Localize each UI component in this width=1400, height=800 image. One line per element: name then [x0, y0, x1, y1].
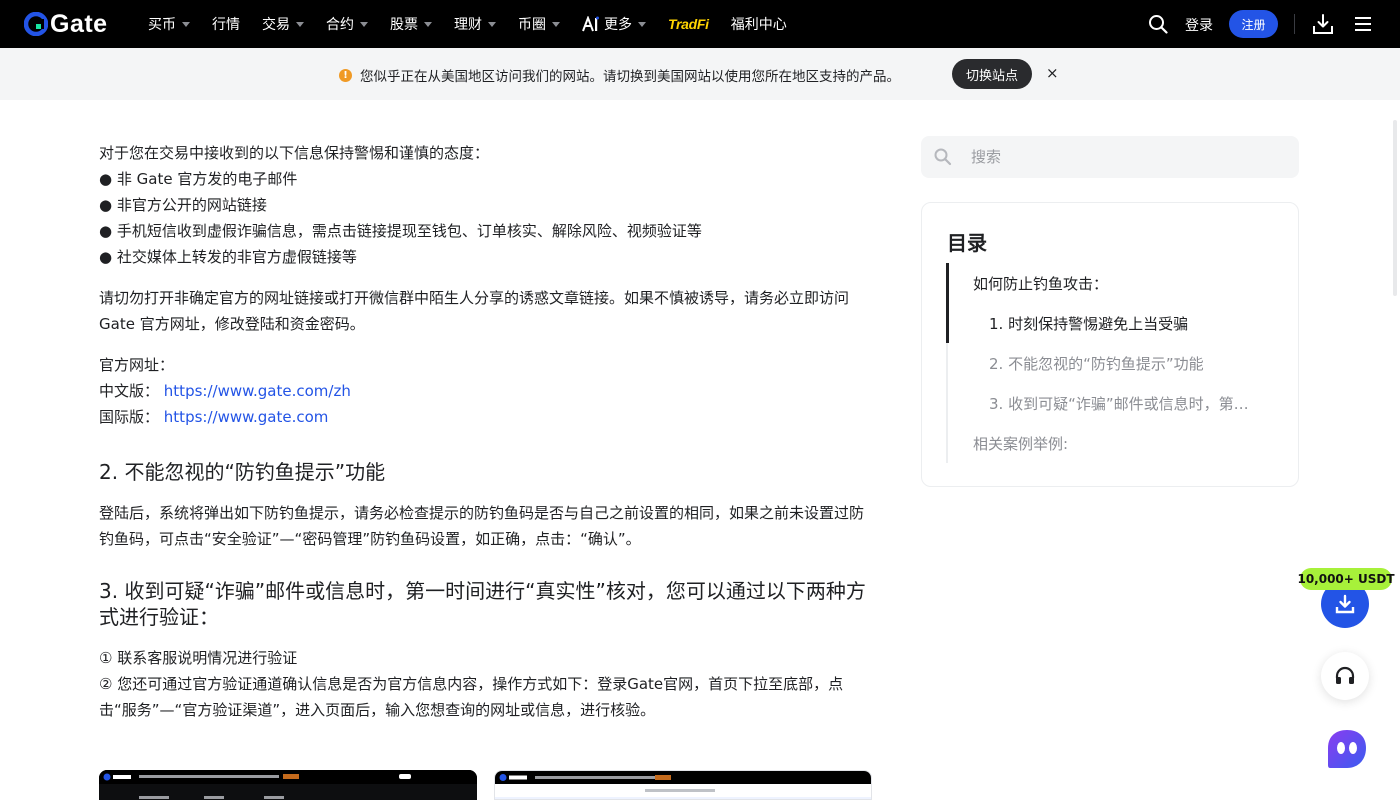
banner-text: 您似乎正在从美国地区访问我们的网站。请切换到美国网站以使用您所在地区支持的产品。: [360, 69, 900, 85]
toc-active-indicator: [946, 263, 949, 343]
article-body: 对于您在交易中接收到的以下信息保持警惕和谨慎的态度： ● 非 Gate 官方发的…: [99, 140, 874, 738]
customer-service-button[interactable]: [1321, 652, 1369, 700]
official-url-label: 官方网址：: [99, 356, 175, 374]
nav-label: 福利中心: [730, 17, 787, 33]
main-menu: 买币 行情 交易 合约 股票 理财 币圈 更多 TradFi 福利中心: [148, 0, 809, 48]
switch-site-button[interactable]: 切换站点: [952, 59, 1032, 89]
caret-down-icon: [488, 21, 496, 27]
screenshot-image-light: [494, 770, 872, 800]
nav-item-more[interactable]: 更多: [582, 14, 646, 34]
section-heading-2: 2. 不能忽视的“防钓鱼提示”功能: [99, 460, 386, 484]
list-item: ● 社交媒体上转发的非官方虚假链接等: [99, 248, 357, 266]
promo-badge[interactable]: 10,000+ USDT: [1297, 568, 1395, 590]
caret-down-icon: [296, 21, 304, 27]
list-intro: 对于您在交易中接收到的以下信息保持警惕和谨慎的态度：: [99, 144, 490, 162]
download-icon: [1335, 594, 1355, 614]
ai-assistant-icon[interactable]: [1324, 726, 1370, 772]
nav-item-futures[interactable]: 合约: [326, 14, 368, 34]
list-item: ● 非 Gate 官方发的电子邮件: [99, 170, 298, 188]
nav-label: 理财: [454, 17, 482, 33]
toc-item[interactable]: 相关案例举例:: [973, 433, 1068, 454]
nav-item-trade[interactable]: 交易: [262, 14, 304, 34]
nav-label: 买币: [148, 17, 176, 33]
warning-icon: !: [339, 69, 352, 82]
toc-item[interactable]: 3. 收到可疑“诈骗”邮件或信息时，第一时间进行“真实性”核对，您可以通过以下两…: [989, 393, 1259, 414]
nav-label: 交易: [262, 17, 290, 33]
hamburger-menu-icon[interactable]: [1353, 14, 1373, 34]
gate-logo[interactable]: Gate: [24, 10, 128, 38]
nav-label: 行情: [212, 17, 240, 33]
register-button[interactable]: 注册: [1229, 10, 1278, 38]
scrollbar[interactable]: [1393, 120, 1397, 296]
official-urls: 官方网址： 中文版： https://www.gate.com/zh 国际版： …: [99, 352, 874, 430]
toc-item-active[interactable]: 1. 时刻保持警惕避免上当受骗: [989, 313, 1188, 334]
search-input[interactable]: [971, 136, 1281, 178]
intl-url-row: 国际版： https://www.gate.com: [99, 404, 874, 430]
nav-label: 合约: [326, 17, 354, 33]
intl-url-label: 国际版：: [99, 408, 160, 426]
nav-item-square[interactable]: 币圈: [518, 14, 560, 34]
ai-icon: [582, 16, 599, 32]
section-paragraph-2: 登陆后，系统将弹出如下防钓鱼提示，请务必检查提示的防钓鱼码是否与自己之前设置的相…: [99, 504, 865, 548]
screenshot-image-dark: [99, 770, 477, 800]
table-of-contents: 目录 如何防止钓鱼攻击： 1. 时刻保持警惕避免上当受骗 2. 不能忽视的“防钓…: [921, 202, 1299, 487]
headset-icon: [1335, 666, 1355, 684]
intl-url-link[interactable]: https://www.gate.com: [164, 408, 329, 426]
search-icon: [934, 148, 952, 166]
gate-logo-icon: [24, 12, 48, 36]
nav-divider: [1294, 14, 1295, 34]
caret-down-icon: [182, 21, 190, 27]
nav-label: 币圈: [518, 17, 546, 33]
cn-url-row: 中文版： https://www.gate.com/zh: [99, 378, 874, 404]
close-icon[interactable]: ×: [1046, 64, 1059, 82]
nav-item-rewards-hub[interactable]: 福利中心: [731, 14, 787, 34]
cn-url-label: 中文版：: [99, 382, 160, 400]
nav-item-earn[interactable]: 理财: [454, 14, 496, 34]
verification-steps: ① 联系客服说明情况进行验证 ② 您还可通过官方验证通道确认信息是否为官方信息内…: [99, 645, 874, 723]
toc-item[interactable]: 如何防止钓鱼攻击：: [973, 273, 1108, 294]
logo-text: Gate: [50, 10, 108, 38]
nav-item-buy-crypto[interactable]: 买币: [148, 14, 190, 34]
caret-down-icon: [360, 21, 368, 27]
list-item: ● 手机短信收到虚假诈骗信息，需点击链接提现至钱包、订单核实、解除风险、视频验证…: [99, 222, 702, 240]
screenshot-preview: [99, 770, 477, 799]
caret-down-icon: [424, 21, 432, 27]
toc-title: 目录: [947, 231, 987, 255]
screenshot-preview: [495, 771, 871, 799]
section-heading-3: 3. 收到可疑“诈骗”邮件或信息时，第一时间进行“真实性”核对，您可以通过以下两…: [99, 579, 866, 629]
list-item: ① 联系客服说明情况进行验证: [99, 649, 298, 667]
nav-label: 更多: [604, 17, 632, 33]
caret-down-icon: [552, 21, 560, 27]
region-banner: ! 您似乎正在从美国地区访问我们的网站。请切换到美国网站以使用您所在地区支持的产…: [0, 48, 1400, 100]
article-search: [921, 136, 1299, 178]
warning-list: 对于您在交易中接收到的以下信息保持警惕和谨慎的态度： ● 非 Gate 官方发的…: [99, 140, 874, 270]
toc-item[interactable]: 2. 不能忽视的“防钓鱼提示”功能: [989, 353, 1204, 374]
search-icon[interactable]: [1148, 14, 1168, 34]
list-item: ② 您还可通过官方验证通道确认信息是否为官方信息内容，操作方式如下：登录Gate…: [99, 675, 844, 719]
nav-item-stocks[interactable]: 股票: [390, 14, 432, 34]
nav-item-markets[interactable]: 行情: [212, 14, 240, 34]
download-icon[interactable]: [1312, 13, 1334, 35]
cn-url-link[interactable]: https://www.gate.com/zh: [164, 382, 351, 400]
list-item: ● 非官方公开的网站链接: [99, 196, 267, 214]
top-nav: Gate 买币 行情 交易 合约 股票 理财 币圈 更多 TradFi 福利中心…: [0, 0, 1400, 48]
caret-down-icon: [638, 21, 646, 27]
login-button[interactable]: 登录: [1185, 15, 1213, 35]
nav-label: 股票: [390, 17, 418, 33]
tradfi-link[interactable]: TradFi: [668, 16, 709, 32]
warning-paragraph: 请切勿打开非确定官方的网址链接或打开微信群中陌生人分享的诱惑文章链接。如果不慎被…: [99, 289, 850, 333]
